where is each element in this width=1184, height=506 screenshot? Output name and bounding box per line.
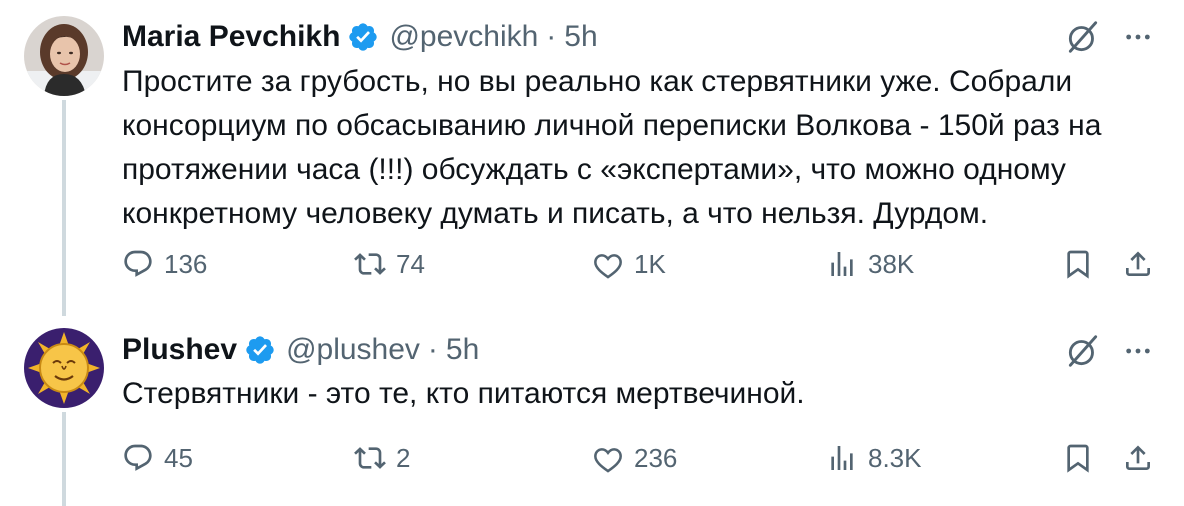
- tweet-text: Стервятники - это те, кто питаются мертв…: [122, 377, 805, 410]
- reply-count: 45: [164, 442, 193, 473]
- tweet-top-actions: [1064, 18, 1154, 56]
- reply-icon: [124, 250, 152, 277]
- tweet[interactable]: Plushev @plushev · 5h Стервятники - это …: [0, 316, 1184, 506]
- views-icon: [831, 252, 853, 276]
- tweet-text: Простите за грубость, но вы реально как …: [122, 65, 1102, 230]
- more-icon[interactable]: [1122, 335, 1154, 367]
- bookmark-icon: [1067, 250, 1089, 279]
- author-name[interactable]: Plushev: [122, 333, 237, 367]
- reply-count: 136: [164, 248, 208, 279]
- grok-icon[interactable]: [1064, 18, 1102, 56]
- grok-icon[interactable]: [1064, 332, 1102, 370]
- views-button[interactable]: 38K: [826, 242, 914, 286]
- tweet-top-actions: [1064, 332, 1154, 370]
- bookmark-button[interactable]: [1062, 242, 1094, 286]
- share-icon: [1126, 251, 1150, 276]
- profile-photo-icon: [24, 16, 104, 96]
- separator-dot: ·: [427, 333, 438, 366]
- separator-dot: ·: [546, 20, 557, 53]
- thread-line: [62, 100, 66, 316]
- views-count: 38K: [868, 248, 915, 279]
- reply-button[interactable]: 136: [122, 242, 207, 286]
- author-handle[interactable]: @pevchikh: [389, 20, 538, 54]
- like-button[interactable]: 1K: [592, 242, 666, 286]
- author-name[interactable]: Maria Pevchikh: [122, 20, 340, 54]
- tweet-header: Plushev @plushev · 5h: [122, 330, 479, 370]
- retweet-button[interactable]: 74: [354, 242, 425, 286]
- verified-badge-icon[interactable]: [244, 334, 276, 366]
- reply-button[interactable]: 45: [122, 436, 193, 480]
- tweet-header: Maria Pevchikh @pevchikh · 5h: [122, 17, 598, 57]
- tweet[interactable]: Maria Pevchikh @pevchikh · 5h Простите з…: [0, 0, 1184, 316]
- timestamp[interactable]: 5h: [446, 333, 479, 367]
- views-count: 8.3K: [868, 442, 922, 473]
- retweet-icon: [354, 253, 386, 275]
- bookmark-button[interactable]: [1062, 436, 1094, 480]
- views-icon: [831, 446, 853, 470]
- retweet-button[interactable]: 2: [354, 436, 410, 480]
- share-icon: [1126, 445, 1150, 470]
- bookmark-icon: [1067, 444, 1089, 473]
- avatar[interactable]: [24, 328, 104, 408]
- retweet-icon: [354, 447, 386, 469]
- like-button[interactable]: 236: [592, 436, 677, 480]
- tweet-actions: 136 74 1K 38K: [122, 242, 1162, 286]
- share-button[interactable]: [1122, 242, 1154, 286]
- like-icon: [594, 254, 622, 279]
- timestamp[interactable]: 5h: [564, 20, 597, 54]
- like-count: 1K: [634, 248, 666, 279]
- retweet-count: 74: [396, 248, 425, 279]
- thread-line: [62, 412, 66, 506]
- share-button[interactable]: [1122, 436, 1154, 480]
- retweet-count: 2: [396, 442, 411, 473]
- author-handle[interactable]: @plushev: [286, 333, 420, 367]
- like-icon: [594, 448, 622, 473]
- verified-badge-icon[interactable]: [347, 21, 379, 53]
- views-button[interactable]: 8.3K: [826, 436, 922, 480]
- like-count: 236: [634, 442, 678, 473]
- avatar[interactable]: [24, 16, 104, 96]
- sun-face-avatar-icon: [24, 328, 104, 408]
- more-icon[interactable]: [1122, 21, 1154, 53]
- reply-icon: [124, 444, 152, 471]
- tweet-actions: 45 2 236 8.3K: [122, 436, 1162, 480]
